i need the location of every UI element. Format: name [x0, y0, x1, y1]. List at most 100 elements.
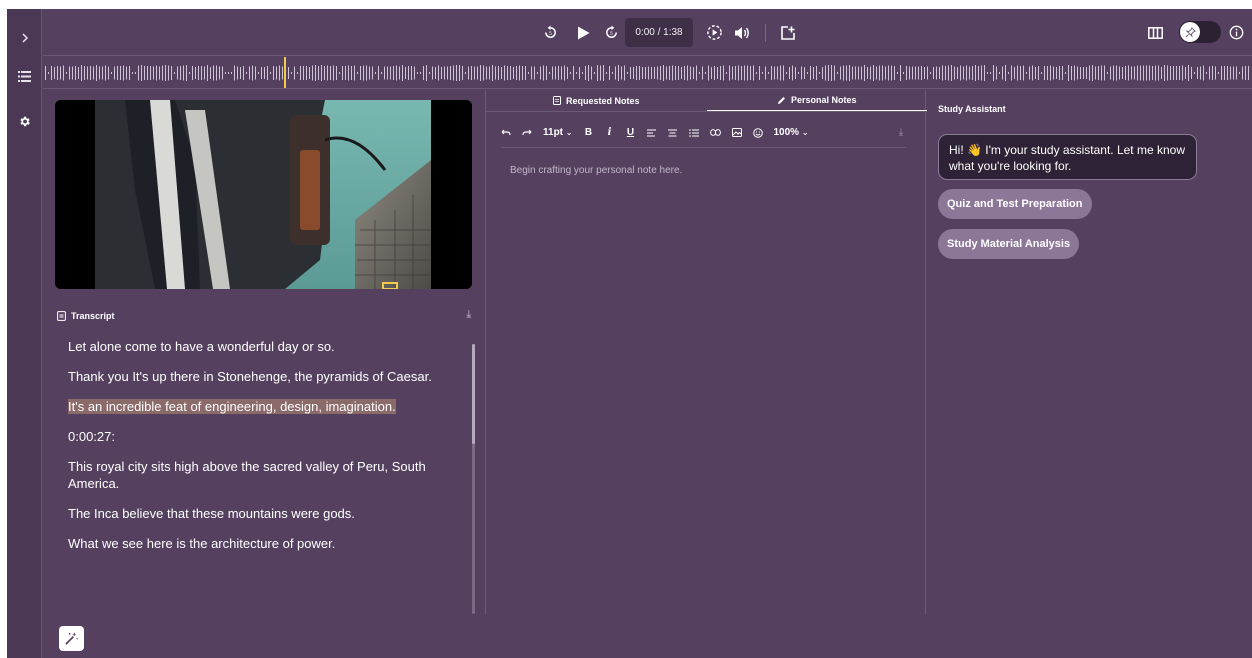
add-clip-icon[interactable]: [778, 9, 798, 56]
waveform-bar: [402, 65, 403, 81]
waveform-bar: [1188, 65, 1189, 81]
chip-quiz-test-prep[interactable]: Quiz and Test Preparation: [938, 189, 1092, 219]
audio-waveform-timeline[interactable]: [43, 57, 1252, 89]
waveform-bar: [642, 67, 643, 79]
waveform-bar: [456, 65, 457, 81]
font-size-select[interactable]: 11pt ⌄: [543, 125, 573, 141]
settings-gear-icon[interactable]: [7, 106, 42, 136]
chip-study-material-analysis[interactable]: Study Material Analysis: [938, 229, 1080, 259]
waveform-bar: [1080, 67, 1081, 79]
waveform-bar: [654, 67, 655, 79]
waveform-bar: [942, 65, 943, 81]
waveform-bar: [837, 72, 838, 74]
waveform-bar: [123, 65, 124, 81]
waveform-bar: [867, 67, 868, 79]
undo-icon[interactable]: [501, 125, 511, 141]
magic-wand-button[interactable]: [59, 626, 84, 651]
time-display: 0:00 / 1:38: [625, 18, 693, 47]
editor-toolbar: 11pt ⌄ B i U 100% ⌄ ⤓: [501, 118, 906, 148]
download-icon[interactable]: ⤓: [467, 309, 471, 320]
waveform-bar: [567, 67, 568, 79]
waveform-bar: [1041, 72, 1042, 74]
transcript-line[interactable]: What we see here is the architecture of …: [68, 535, 460, 552]
waveform-bar: [237, 66, 238, 80]
left-rail: [7, 9, 42, 658]
transcript-line-highlighted[interactable]: It's an incredible feat of engineering, …: [68, 398, 460, 415]
notes-tabs: Requested Notes Personal Notes: [486, 90, 927, 112]
waveform-bar: [1089, 65, 1090, 81]
transcript-scrollbar[interactable]: [472, 344, 475, 614]
rewind-icon[interactable]: 5: [540, 9, 560, 56]
transcript-timestamp[interactable]: 0:00:27:: [68, 428, 460, 445]
volume-icon[interactable]: [732, 9, 752, 56]
waveform-bar: [1110, 66, 1111, 80]
waveform-bar: [354, 65, 355, 81]
waveform-bar: [270, 72, 271, 74]
toolbar-divider: [765, 24, 766, 42]
bold-button[interactable]: B: [584, 125, 594, 141]
waveform-bar: [420, 72, 421, 74]
waveform-bars[interactable]: [43, 57, 1252, 89]
transcript-line[interactable]: The Inca believe that these mountains we…: [68, 505, 460, 522]
waveform-bar: [1236, 66, 1237, 80]
waveform-bar: [243, 66, 244, 80]
tab-requested-notes[interactable]: Requested Notes: [486, 90, 707, 111]
waveform-bar: [276, 66, 277, 80]
waveform-bar: [120, 66, 121, 80]
play-button[interactable]: [572, 9, 594, 56]
transcript-line[interactable]: Let alone come to have a wonderful day o…: [68, 338, 460, 355]
italic-button[interactable]: i: [605, 125, 615, 141]
bullet-list-icon[interactable]: [688, 125, 699, 141]
columns-layout-icon[interactable]: [1143, 9, 1167, 56]
waveform-bar: [384, 66, 385, 80]
waveform-bar: [372, 66, 373, 80]
waveform-bar: [162, 65, 163, 81]
waveform-bar: [561, 66, 562, 80]
video-player[interactable]: [55, 100, 472, 289]
list-menu-icon[interactable]: [7, 61, 42, 91]
waveform-bar: [999, 72, 1000, 74]
waveform-bar: [576, 72, 577, 74]
forward-icon[interactable]: 5: [601, 9, 621, 56]
waveform-bar: [600, 65, 601, 81]
playhead-marker[interactable]: [284, 57, 286, 89]
waveform-bar: [330, 66, 331, 80]
waveform-bar: [762, 72, 763, 74]
pin-toggle[interactable]: [1179, 21, 1221, 43]
waveform-bar: [777, 66, 778, 80]
waveform-bar: [417, 72, 418, 74]
waveform-bar: [693, 67, 694, 79]
waveform-bar: [1170, 66, 1171, 80]
waveform-bar: [159, 66, 160, 80]
align-center-icon[interactable]: [668, 125, 678, 141]
image-icon[interactable]: [731, 125, 742, 141]
waveform-bar: [279, 65, 280, 81]
waveform-bar: [1026, 72, 1027, 74]
scrollbar-thumb[interactable]: [472, 344, 475, 444]
waveform-bar: [405, 67, 406, 79]
info-icon[interactable]: [1226, 9, 1246, 56]
note-editor-placeholder[interactable]: Begin crafting your personal note here.: [510, 165, 682, 176]
redo-icon[interactable]: [522, 125, 532, 141]
waveform-bar: [681, 67, 682, 79]
waveform-bar: [975, 65, 976, 81]
waveform-bar: [1101, 65, 1102, 81]
waveform-bar: [1221, 66, 1222, 80]
waveform-bar: [492, 65, 493, 81]
waveform-bar: [702, 66, 703, 80]
waveform-bar: [705, 72, 706, 74]
playback-speed-icon[interactable]: [704, 9, 724, 56]
align-left-icon[interactable]: [647, 125, 657, 141]
underline-button[interactable]: U: [626, 125, 636, 141]
transcript-line[interactable]: This royal city sits high above the sacr…: [68, 458, 460, 492]
download-icon[interactable]: ⤓: [896, 125, 906, 141]
link-icon[interactable]: [709, 125, 721, 141]
emoji-icon[interactable]: [752, 125, 763, 141]
tab-personal-notes[interactable]: Personal Notes: [706, 90, 927, 111]
waveform-bar: [816, 66, 817, 80]
transcript-line[interactable]: Thank you It's up there in Stonehenge, t…: [68, 368, 460, 385]
expand-chevron-icon[interactable]: [7, 23, 42, 53]
waveform-bar: [1074, 65, 1075, 81]
waveform-bar: [960, 65, 961, 81]
zoom-select[interactable]: 100% ⌄: [774, 125, 809, 141]
